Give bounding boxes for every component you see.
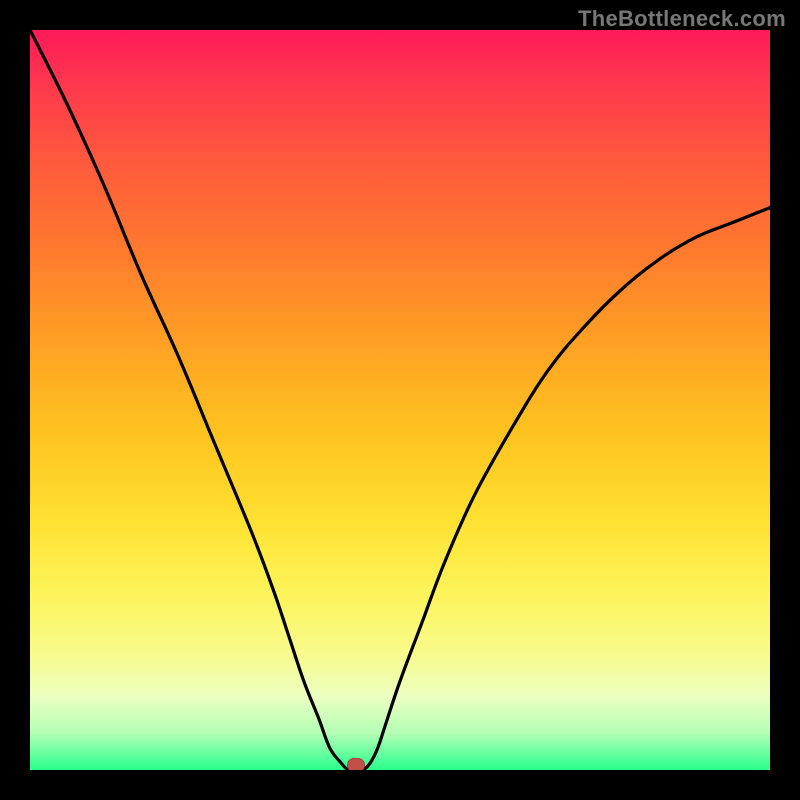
plot-area: [30, 30, 770, 770]
chart-frame: TheBottleneck.com: [0, 0, 800, 800]
bottleneck-curve: [30, 30, 770, 770]
watermark-text: TheBottleneck.com: [578, 6, 786, 32]
curve-svg: [30, 30, 770, 770]
optimum-marker: [347, 758, 365, 770]
